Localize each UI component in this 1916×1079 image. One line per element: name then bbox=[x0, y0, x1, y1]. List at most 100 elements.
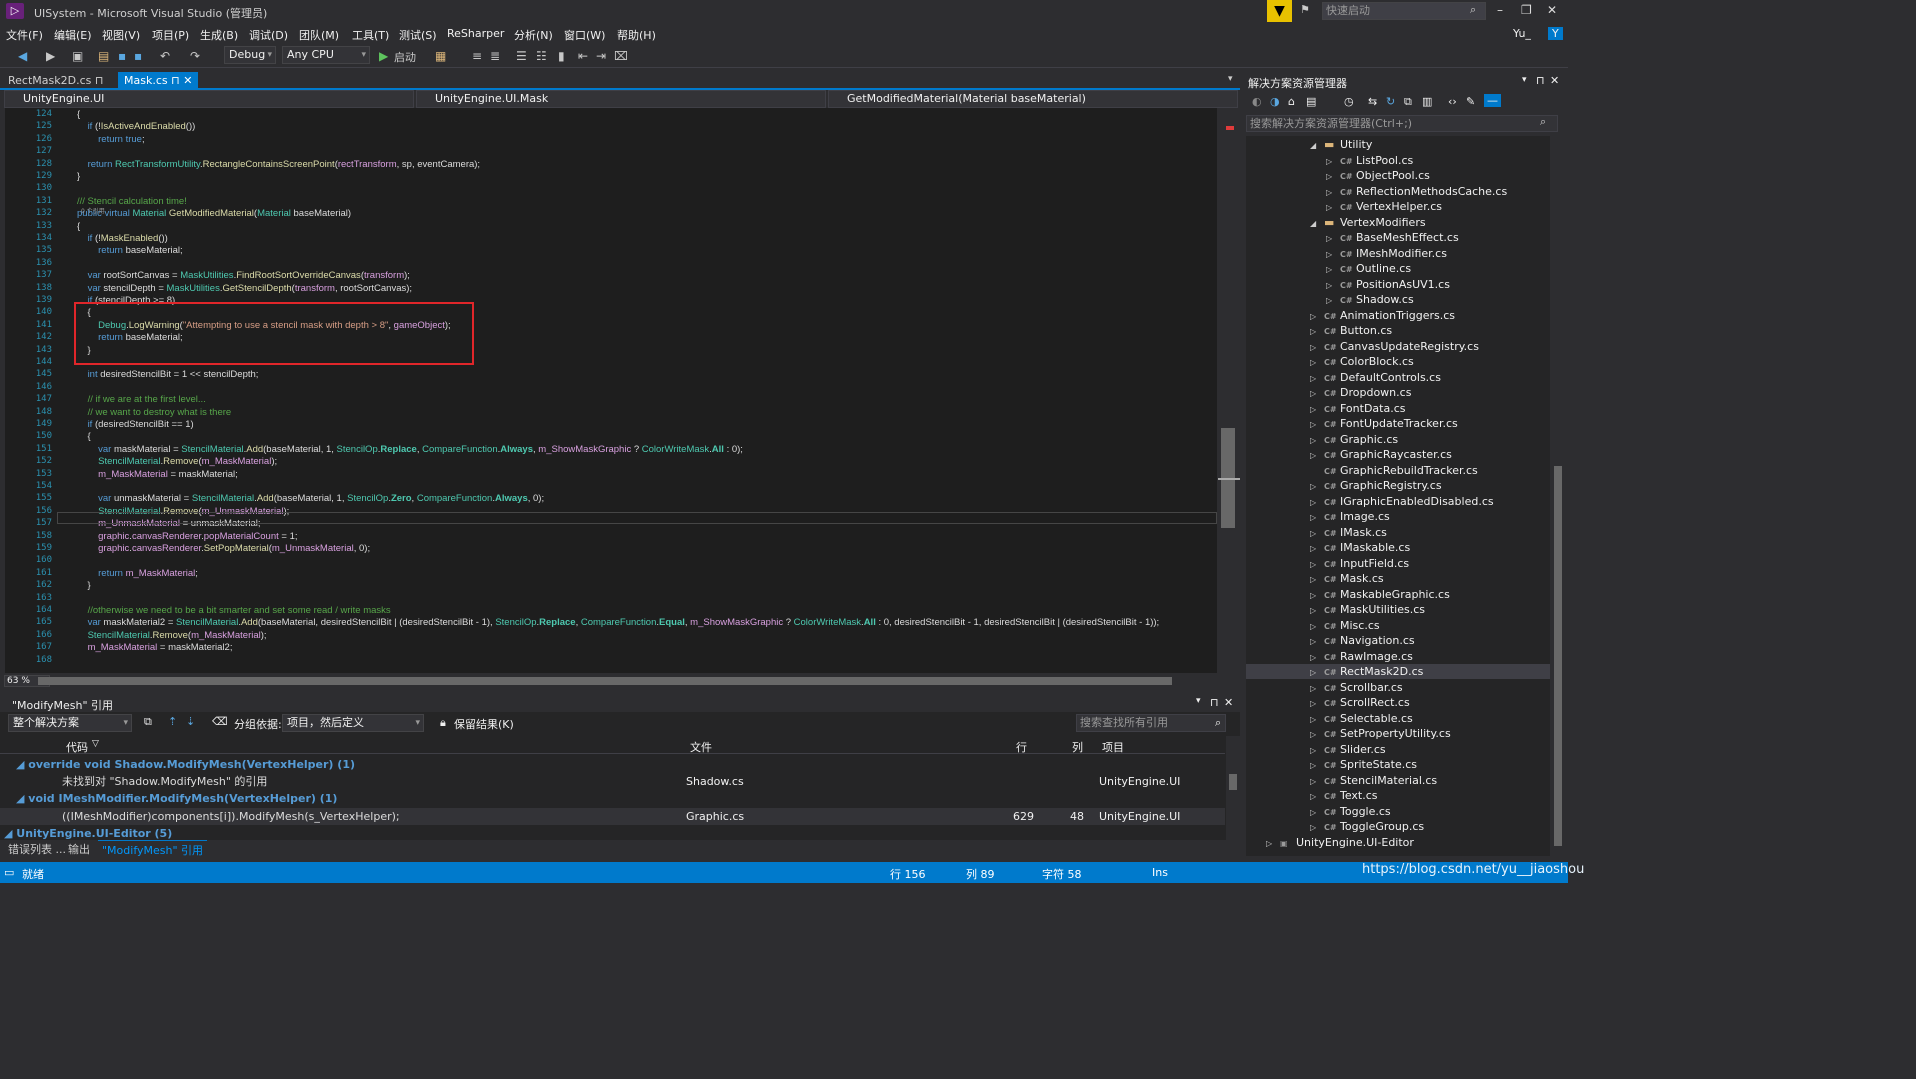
user-name[interactable]: Yu_ bbox=[1513, 27, 1531, 40]
code-line[interactable]: m_MaskMaterial = maskMaterial; bbox=[77, 469, 238, 480]
code-line[interactable]: var maskMaterial = StencilMaterial.Add(b… bbox=[77, 444, 743, 455]
code-editor[interactable]: 124 125 126 127 128 129 130 131 132 133 134 135 136 1… bbox=[5, 108, 1217, 673]
collapsed-arrow-icon[interactable]: ▷ bbox=[1310, 526, 1324, 541]
code-line[interactable]: public virtual Material GetModifiedMater… bbox=[77, 208, 351, 219]
prev-location-icon[interactable]: ⇡ bbox=[168, 715, 177, 728]
tree-item[interactable]: ▷ C# RectMask2D.cs bbox=[1246, 664, 1550, 679]
collapsed-arrow-icon[interactable]: ▷ bbox=[1266, 836, 1280, 851]
collapsed-arrow-icon[interactable]: ▷ bbox=[1310, 681, 1324, 696]
tree-item[interactable]: ▷ C# Outline.cs bbox=[1246, 261, 1550, 276]
redo-icon[interactable]: ↷ bbox=[190, 49, 200, 63]
search-icon[interactable]: ⌕ bbox=[1470, 3, 1476, 17]
collapsed-arrow-icon[interactable]: ▷ bbox=[1310, 650, 1324, 665]
collapsed-arrow-icon[interactable]: ▷ bbox=[1310, 433, 1324, 448]
collapsed-arrow-icon[interactable]: ▷ bbox=[1310, 805, 1324, 820]
tree-item[interactable]: ▷ C# Image.cs bbox=[1246, 509, 1550, 524]
references-scrollbar[interactable] bbox=[1226, 736, 1240, 854]
code-line[interactable]: //otherwise we need to be a bit smarter … bbox=[77, 605, 391, 616]
pin-icon[interactable]: ⊓ bbox=[1536, 74, 1545, 87]
tree-item[interactable]: ▷ C# ObjectPool.cs bbox=[1246, 168, 1550, 183]
expanded-arrow-icon[interactable]: ◢ bbox=[1310, 138, 1324, 153]
pin-icon[interactable]: ⊓ bbox=[1210, 696, 1219, 709]
collapsed-arrow-icon[interactable]: ▷ bbox=[1310, 572, 1324, 587]
tree-item[interactable]: ▷ C# MaskUtilities.cs bbox=[1246, 602, 1550, 617]
collapsed-arrow-icon[interactable]: ▷ bbox=[1310, 324, 1324, 339]
prev-bookmark-icon[interactable]: ⇤ bbox=[578, 49, 588, 63]
col-project[interactable]: 项目 bbox=[1102, 739, 1124, 755]
code-line[interactable]: { bbox=[77, 221, 80, 232]
search-icon[interactable]: ⌕ bbox=[1215, 716, 1221, 730]
tree-item[interactable]: ▷ C# IMeshModifier.cs bbox=[1246, 246, 1550, 261]
reference-group-row[interactable]: ◢ override void Shadow.ModifyMesh(Vertex… bbox=[0, 756, 1225, 773]
save-all-icon[interactable]: ▪ bbox=[134, 49, 142, 63]
collapsed-arrow-icon[interactable]: ▷ bbox=[1326, 247, 1340, 262]
tree-item[interactable]: ▷ C# Shadow.cs bbox=[1246, 292, 1550, 307]
collapsed-arrow-icon[interactable]: ▷ bbox=[1326, 154, 1340, 169]
tree-item[interactable]: ▷ ▣ UnityEngine.UI-Editor bbox=[1246, 835, 1550, 850]
group-by-select[interactable]: 项目，然后定义 bbox=[282, 714, 424, 732]
tree-item[interactable]: ▷ C# ReflectionMethodsCache.cs bbox=[1246, 184, 1550, 199]
copy-icon[interactable]: ⧉ bbox=[144, 715, 152, 729]
search-icon[interactable]: ⌕ bbox=[1540, 115, 1546, 129]
collapsed-arrow-icon[interactable]: ▷ bbox=[1310, 355, 1324, 370]
collapsed-arrow-icon[interactable]: ▷ bbox=[1310, 634, 1324, 649]
view-code-icon[interactable]: ‹› bbox=[1448, 95, 1457, 108]
collapsed-arrow-icon[interactable]: ▷ bbox=[1310, 557, 1324, 572]
show-all-files-icon[interactable]: ▥ bbox=[1422, 95, 1432, 108]
code-line[interactable]: StencilMaterial.Remove(m_MaskMaterial); bbox=[77, 456, 277, 467]
tree-item[interactable]: ▷ C# ScrollRect.cs bbox=[1246, 695, 1550, 710]
tree-item[interactable]: ▷ C# Selectable.cs bbox=[1246, 711, 1550, 726]
tree-item[interactable]: ◢ ▬ VertexModifiers bbox=[1246, 215, 1550, 230]
code-line[interactable]: int desiredStencilBit = 1 << stencilDept… bbox=[77, 369, 259, 380]
save-icon[interactable]: ▪ bbox=[118, 49, 126, 63]
collapsed-arrow-icon[interactable]: ▷ bbox=[1310, 402, 1324, 417]
forward-icon[interactable]: ◑ bbox=[1270, 95, 1280, 108]
tree-item[interactable]: ▷ C# Button.cs bbox=[1246, 323, 1550, 338]
codelens-references[interactable]: 0 个引用 bbox=[81, 206, 105, 215]
col-line[interactable]: 行 bbox=[1016, 739, 1027, 755]
collapsed-arrow-icon[interactable]: ▷ bbox=[1310, 588, 1324, 603]
tree-item[interactable]: ▷ C# VertexHelper.cs bbox=[1246, 199, 1550, 214]
references-scroll-thumb[interactable] bbox=[1229, 774, 1237, 790]
menu-analyze[interactable]: 分析(N) bbox=[514, 27, 553, 43]
tree-item[interactable]: ▷ C# SpriteState.cs bbox=[1246, 757, 1550, 772]
code-line[interactable]: graphic.canvasRenderer.SetPopMaterial(m_… bbox=[77, 543, 370, 554]
code-line[interactable]: m_MaskMaterial = maskMaterial2; bbox=[77, 642, 233, 653]
tree-item[interactable]: ▷ C# Graphic.cs bbox=[1246, 432, 1550, 447]
code-line[interactable]: var unmaskMaterial = StencilMaterial.Add… bbox=[77, 493, 544, 504]
tree-item[interactable]: ▷ C# IGraphicEnabledDisabled.cs bbox=[1246, 494, 1550, 509]
collapsed-arrow-icon[interactable]: ▷ bbox=[1310, 603, 1324, 618]
menu-window[interactable]: 窗口(W) bbox=[564, 27, 605, 43]
tree-item[interactable]: ▷ C# ListPool.cs bbox=[1246, 153, 1550, 168]
solution-config-select[interactable]: Debug bbox=[224, 46, 276, 64]
tree-item[interactable]: ▷ C# IMaskable.cs bbox=[1246, 540, 1550, 555]
solution-platform-select[interactable]: Any CPU bbox=[282, 46, 370, 64]
code-line[interactable]: return RectTransformUtility.RectangleCon… bbox=[77, 159, 481, 170]
tree-item[interactable]: ▷ C# Navigation.cs bbox=[1246, 633, 1550, 648]
menu-view[interactable]: 视图(V) bbox=[102, 27, 140, 43]
code-line[interactable]: if (!MaskEnabled()) bbox=[77, 233, 168, 244]
editor-vertical-scrollbar[interactable] bbox=[1218, 108, 1240, 673]
next-location-icon[interactable]: ⇣ bbox=[186, 715, 195, 728]
collapsed-arrow-icon[interactable]: ▷ bbox=[1326, 231, 1340, 246]
code-line[interactable]: StencilMaterial.Remove(m_MaskMaterial); bbox=[77, 630, 267, 641]
tab-overflow-icon[interactable]: ▾ bbox=[1228, 74, 1233, 84]
home-icon[interactable]: ⌂ bbox=[1288, 95, 1295, 108]
reference-row[interactable]: ((IMeshModifier)components[i]).ModifyMes… bbox=[0, 807, 1225, 825]
reference-group-row[interactable]: ◢ void IMeshModifier.ModifyMesh(VertexHe… bbox=[0, 790, 1225, 807]
expanded-arrow-icon[interactable]: ◢ bbox=[1310, 216, 1324, 231]
tab-references[interactable]: "ModifyMesh" 引用 bbox=[98, 840, 208, 859]
tree-item[interactable]: ▷ C# IMask.cs bbox=[1246, 525, 1550, 540]
collapsed-arrow-icon[interactable]: ▷ bbox=[1310, 743, 1324, 758]
tree-item[interactable]: ▷ C# StencilMaterial.cs bbox=[1246, 773, 1550, 788]
tree-item[interactable]: ▷ C# Mask.cs bbox=[1246, 571, 1550, 586]
back-icon[interactable]: ◀ bbox=[18, 49, 27, 63]
clear-icon[interactable]: ⌫ bbox=[212, 715, 228, 728]
collapsed-arrow-icon[interactable]: ▷ bbox=[1310, 541, 1324, 556]
tab-error-list[interactable]: 错误列表 ... bbox=[8, 841, 66, 857]
code-line[interactable]: return m_MaskMaterial; bbox=[77, 568, 198, 579]
code-line[interactable]: if (!IsActiveAndEnabled()) bbox=[77, 121, 196, 132]
collapsed-arrow-icon[interactable]: ▷ bbox=[1310, 371, 1324, 386]
code-line[interactable]: var maskMaterial2 = StencilMaterial.Add(… bbox=[77, 617, 1160, 628]
tree-item[interactable]: ▷ C# ToggleGroup.cs bbox=[1246, 819, 1550, 834]
